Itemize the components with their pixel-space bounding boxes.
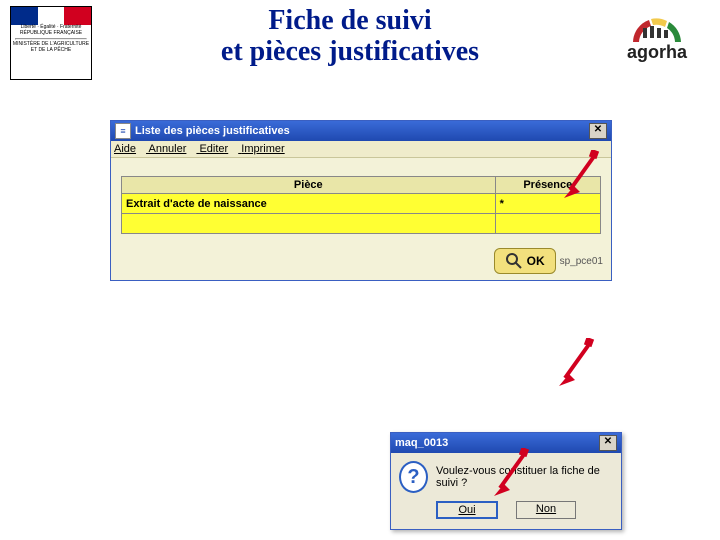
cell-piece: Extrait d'acte de naissance	[122, 194, 496, 214]
app-icon: ≡	[115, 123, 131, 139]
confirm-dialog: maq_0013 ✕ ? Voulez-vous constituer la f…	[390, 432, 622, 530]
menu-aide[interactable]: Aide	[114, 143, 136, 155]
window-titlebar: ≡ Liste des pièces justificatives ✕	[111, 121, 611, 141]
ok-name-label: sp_pce01	[560, 256, 603, 267]
page-title: Fiche de suivi et pièces justificatives	[120, 6, 580, 68]
slide-header: Liberté · Égalité · Fraternité RÉPUBLIQU…	[0, 0, 720, 84]
title-line: Fiche de suivi	[268, 5, 431, 36]
agorha-logo: agorha	[612, 14, 702, 63]
title-line: et pièces justificatives	[221, 36, 479, 67]
col-piece: Pièce	[122, 177, 496, 194]
table-row[interactable]: Extrait d'acte de naissance *	[122, 194, 601, 214]
ministry-logo: Liberté · Égalité · Fraternité RÉPUBLIQU…	[10, 6, 92, 80]
dialog-title: maq_0013	[395, 437, 448, 449]
menu-annuler[interactable]: Annuler	[148, 143, 186, 155]
menubar: Aide Annuler Editer Imprimer	[111, 141, 611, 158]
callout-arrow	[555, 338, 595, 388]
question-icon: ?	[399, 461, 428, 493]
cell-presence[interactable]: *	[495, 194, 600, 214]
close-icon[interactable]: ✕	[589, 123, 607, 139]
logo-caption: MINISTÈRE DE L'AGRICULTURE ET DE LA PÊCH…	[11, 42, 91, 53]
pieces-window: ≡ Liste des pièces justificatives ✕ Aide…	[110, 120, 612, 281]
col-presence: Présence	[495, 177, 600, 194]
menu-editer[interactable]: Editer	[199, 143, 228, 155]
agorha-text: agorha	[612, 42, 702, 63]
dialog-titlebar: maq_0013 ✕	[391, 433, 621, 453]
ok-button[interactable]: OK	[494, 248, 556, 274]
dialog-message: Voulez-vous constituer la fiche de suivi…	[436, 465, 613, 489]
ok-label: OK	[527, 254, 545, 268]
close-icon[interactable]: ✕	[599, 435, 617, 451]
magnifier-icon	[505, 252, 523, 270]
logo-caption: RÉPUBLIQUE FRANÇAISE	[11, 31, 91, 37]
menu-imprimer[interactable]: Imprimer	[241, 143, 284, 155]
window-title: Liste des pièces justificatives	[135, 125, 290, 137]
yes-button[interactable]: Oui	[436, 501, 498, 519]
pieces-table: Pièce Présence Extrait d'acte de naissan…	[121, 176, 601, 234]
no-button[interactable]: Non	[516, 501, 576, 519]
